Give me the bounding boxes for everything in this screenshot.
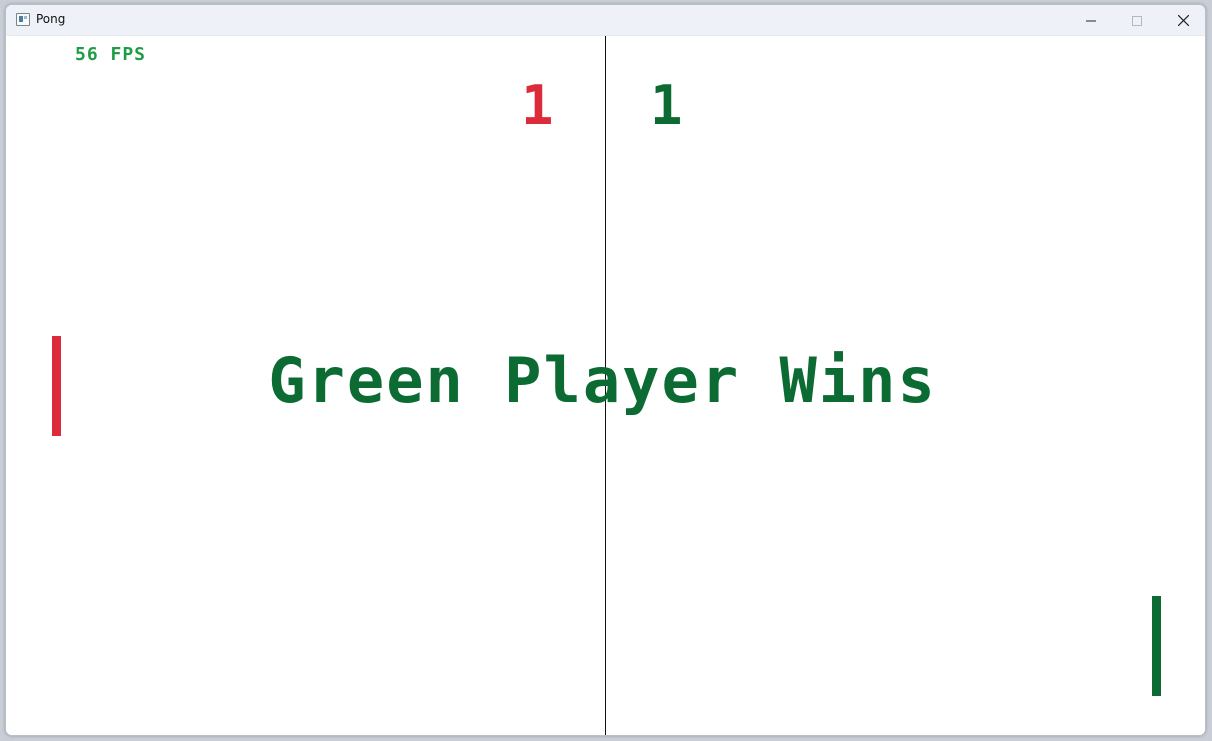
game-canvas[interactable]: 56 FPS 1 1 Green Player Wins xyxy=(6,36,1205,735)
app-window-icon xyxy=(16,13,30,26)
window-title: Pong xyxy=(36,12,66,26)
green-paddle xyxy=(1152,596,1161,696)
maximize-button[interactable] xyxy=(1114,5,1160,36)
close-icon xyxy=(1177,15,1189,26)
winner-message: Green Player Wins xyxy=(268,344,937,417)
minimize-button[interactable] xyxy=(1068,5,1114,36)
red-player-score: 1 xyxy=(521,74,554,137)
game-window: Pong 56 FPS 1 1 Green Player Wins xyxy=(5,4,1206,736)
title-bar[interactable]: Pong xyxy=(6,5,1205,36)
green-player-score: 1 xyxy=(650,74,683,137)
maximize-icon xyxy=(1132,15,1142,26)
minimize-icon xyxy=(1086,20,1096,21)
close-button[interactable] xyxy=(1160,5,1205,36)
fps-counter: 56 FPS xyxy=(75,44,147,65)
